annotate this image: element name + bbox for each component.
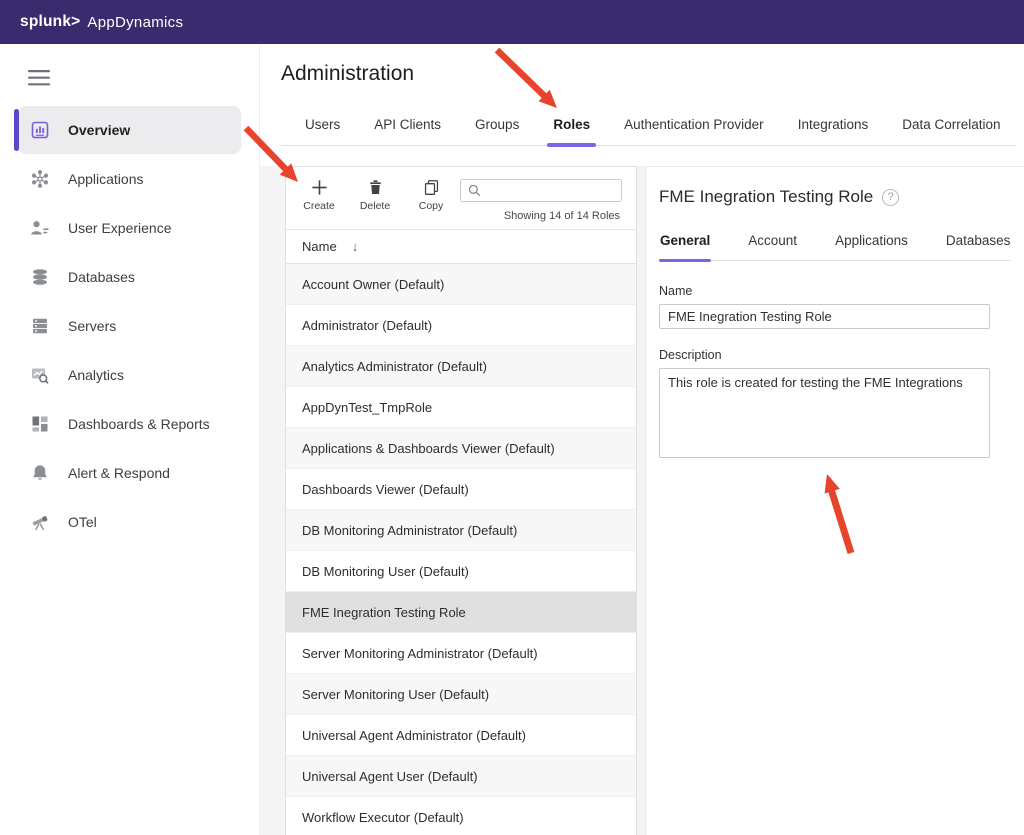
table-row[interactable]: Administrator (Default) xyxy=(286,305,636,346)
sidebar-item-label: Alert & Respond xyxy=(68,465,170,481)
sidebar-item-label: Overview xyxy=(68,122,130,138)
tab-groups[interactable]: Groups xyxy=(473,117,521,145)
create-button[interactable]: Create xyxy=(298,176,340,212)
detail-tabs: General Account Applications Databases xyxy=(659,233,1011,261)
table-row[interactable]: DB Monitoring User (Default) xyxy=(286,551,636,592)
showing-count-text: Showing 14 of 14 Roles xyxy=(504,210,620,222)
tab-api-clients[interactable]: API Clients xyxy=(372,117,443,145)
overview-icon xyxy=(29,120,51,140)
dashboards-icon xyxy=(29,414,51,434)
name-column-label: Name xyxy=(302,239,337,254)
table-row[interactable]: Server Monitoring Administrator (Default… xyxy=(286,633,636,674)
sidebar-item-label: Applications xyxy=(68,171,144,187)
delete-button[interactable]: Delete xyxy=(354,176,396,212)
delete-button-label: Delete xyxy=(360,200,390,212)
tab-roles[interactable]: Roles xyxy=(551,117,592,145)
main-content: Administration Users API Clients Groups Rol… xyxy=(260,44,1024,835)
sidebar-item-databases[interactable]: Databases xyxy=(18,253,241,301)
detail-title-row: FME Inegration Testing Role ? xyxy=(659,187,1011,207)
sidebar-item-otel[interactable]: OTel xyxy=(18,498,241,546)
tab-data-correlation[interactable]: Data Correlation xyxy=(900,117,1002,145)
applications-icon xyxy=(29,169,51,189)
sidebar-item-user-experience[interactable]: User Experience xyxy=(18,204,241,252)
hamburger-menu-icon[interactable] xyxy=(28,68,50,88)
table-row[interactable]: Server Monitoring User (Default) xyxy=(286,674,636,715)
name-field-label: Name xyxy=(659,284,1011,298)
tab-authentication-provider[interactable]: Authentication Provider xyxy=(622,117,766,145)
search-input[interactable] xyxy=(487,184,637,198)
sidebar-item-label: OTel xyxy=(68,514,97,530)
copy-button-label: Copy xyxy=(419,200,444,212)
sidebar: Overview Applications User Experience Datab… xyxy=(0,44,260,835)
tab-users[interactable]: Users xyxy=(303,117,342,145)
table-row[interactable]: Account Owner (Default) xyxy=(286,264,636,305)
sidebar-item-servers[interactable]: Servers xyxy=(18,302,241,350)
table-row[interactable]: Analytics Administrator (Default) xyxy=(286,346,636,387)
main-tabs: Users API Clients Groups Roles Authenticatio… xyxy=(281,117,1016,146)
table-row[interactable]: DB Monitoring Administrator (Default) xyxy=(286,510,636,551)
sidebar-item-dashboards-reports[interactable]: Dashboards & Reports xyxy=(18,400,241,448)
admin-header: Administration Users API Clients Groups Rol… xyxy=(260,44,1024,166)
copy-button[interactable]: Copy xyxy=(410,176,452,212)
detail-tab-general[interactable]: General xyxy=(659,233,711,260)
table-row[interactable]: Dashboards Viewer (Default) xyxy=(286,469,636,510)
otel-icon xyxy=(29,512,51,532)
trash-icon xyxy=(367,176,384,198)
role-name-input[interactable] xyxy=(659,304,990,329)
detail-tab-account[interactable]: Account xyxy=(747,233,798,260)
sidebar-item-alert-respond[interactable]: Alert & Respond xyxy=(18,449,241,497)
role-title: FME Inegration Testing Role xyxy=(659,187,873,207)
table-row[interactable]: Applications & Dashboards Viewer (Defaul… xyxy=(286,428,636,469)
help-icon[interactable]: ? xyxy=(882,189,899,206)
sidebar-item-applications[interactable]: Applications xyxy=(18,155,241,203)
topbar: splunk> AppDynamics xyxy=(0,0,1024,44)
sidebar-item-label: Analytics xyxy=(68,367,124,383)
plus-icon xyxy=(310,176,329,198)
roles-toolbar: Create Delete Copy xyxy=(286,167,636,230)
detail-tab-applications[interactable]: Applications xyxy=(834,233,909,260)
table-row[interactable]: AppDynTest_TmpRole xyxy=(286,387,636,428)
name-column-header[interactable]: Name ↓ xyxy=(286,230,636,264)
splunk-logo: splunk> xyxy=(20,13,80,31)
tab-integrations[interactable]: Integrations xyxy=(796,117,871,145)
description-field-label: Description xyxy=(659,348,1011,362)
search-icon xyxy=(467,183,482,198)
copy-icon xyxy=(423,176,440,198)
table-row[interactable]: Universal Agent Administrator (Default) xyxy=(286,715,636,756)
roles-list-panel: Create Delete Copy xyxy=(285,166,637,835)
sidebar-item-label: Dashboards & Reports xyxy=(68,416,210,432)
roles-list: Account Owner (Default)Administrator (De… xyxy=(286,264,636,835)
sidebar-item-label: Servers xyxy=(68,318,116,334)
analytics-icon xyxy=(29,365,51,385)
role-detail-panel: FME Inegration Testing Role ? General Acc… xyxy=(645,166,1024,835)
sidebar-item-label: User Experience xyxy=(68,220,172,236)
sort-descending-icon[interactable]: ↓ xyxy=(352,239,359,254)
alert-icon xyxy=(29,463,51,483)
detail-tab-databases[interactable]: Databases xyxy=(945,233,1012,260)
table-row[interactable]: Workflow Executor (Default) xyxy=(286,797,636,835)
role-description-textarea[interactable]: This role is created for testing the FME… xyxy=(659,368,990,458)
sidebar-item-label: Databases xyxy=(68,269,135,285)
sidebar-items: Overview Applications User Experience Datab… xyxy=(0,106,259,546)
sidebar-item-analytics[interactable]: Analytics xyxy=(18,351,241,399)
page-title: Administration xyxy=(281,62,414,86)
sidebar-item-overview[interactable]: Overview xyxy=(18,106,241,154)
roles-search-box xyxy=(460,179,622,202)
databases-icon xyxy=(29,267,51,287)
user-experience-icon xyxy=(29,218,51,238)
table-row[interactable]: Universal Agent User (Default) xyxy=(286,756,636,797)
create-button-label: Create xyxy=(303,200,335,212)
servers-icon xyxy=(29,316,51,336)
table-row[interactable]: FME Inegration Testing Role xyxy=(286,592,636,633)
toolbar-buttons: Create Delete Copy xyxy=(298,176,452,212)
product-name: AppDynamics xyxy=(87,14,183,31)
